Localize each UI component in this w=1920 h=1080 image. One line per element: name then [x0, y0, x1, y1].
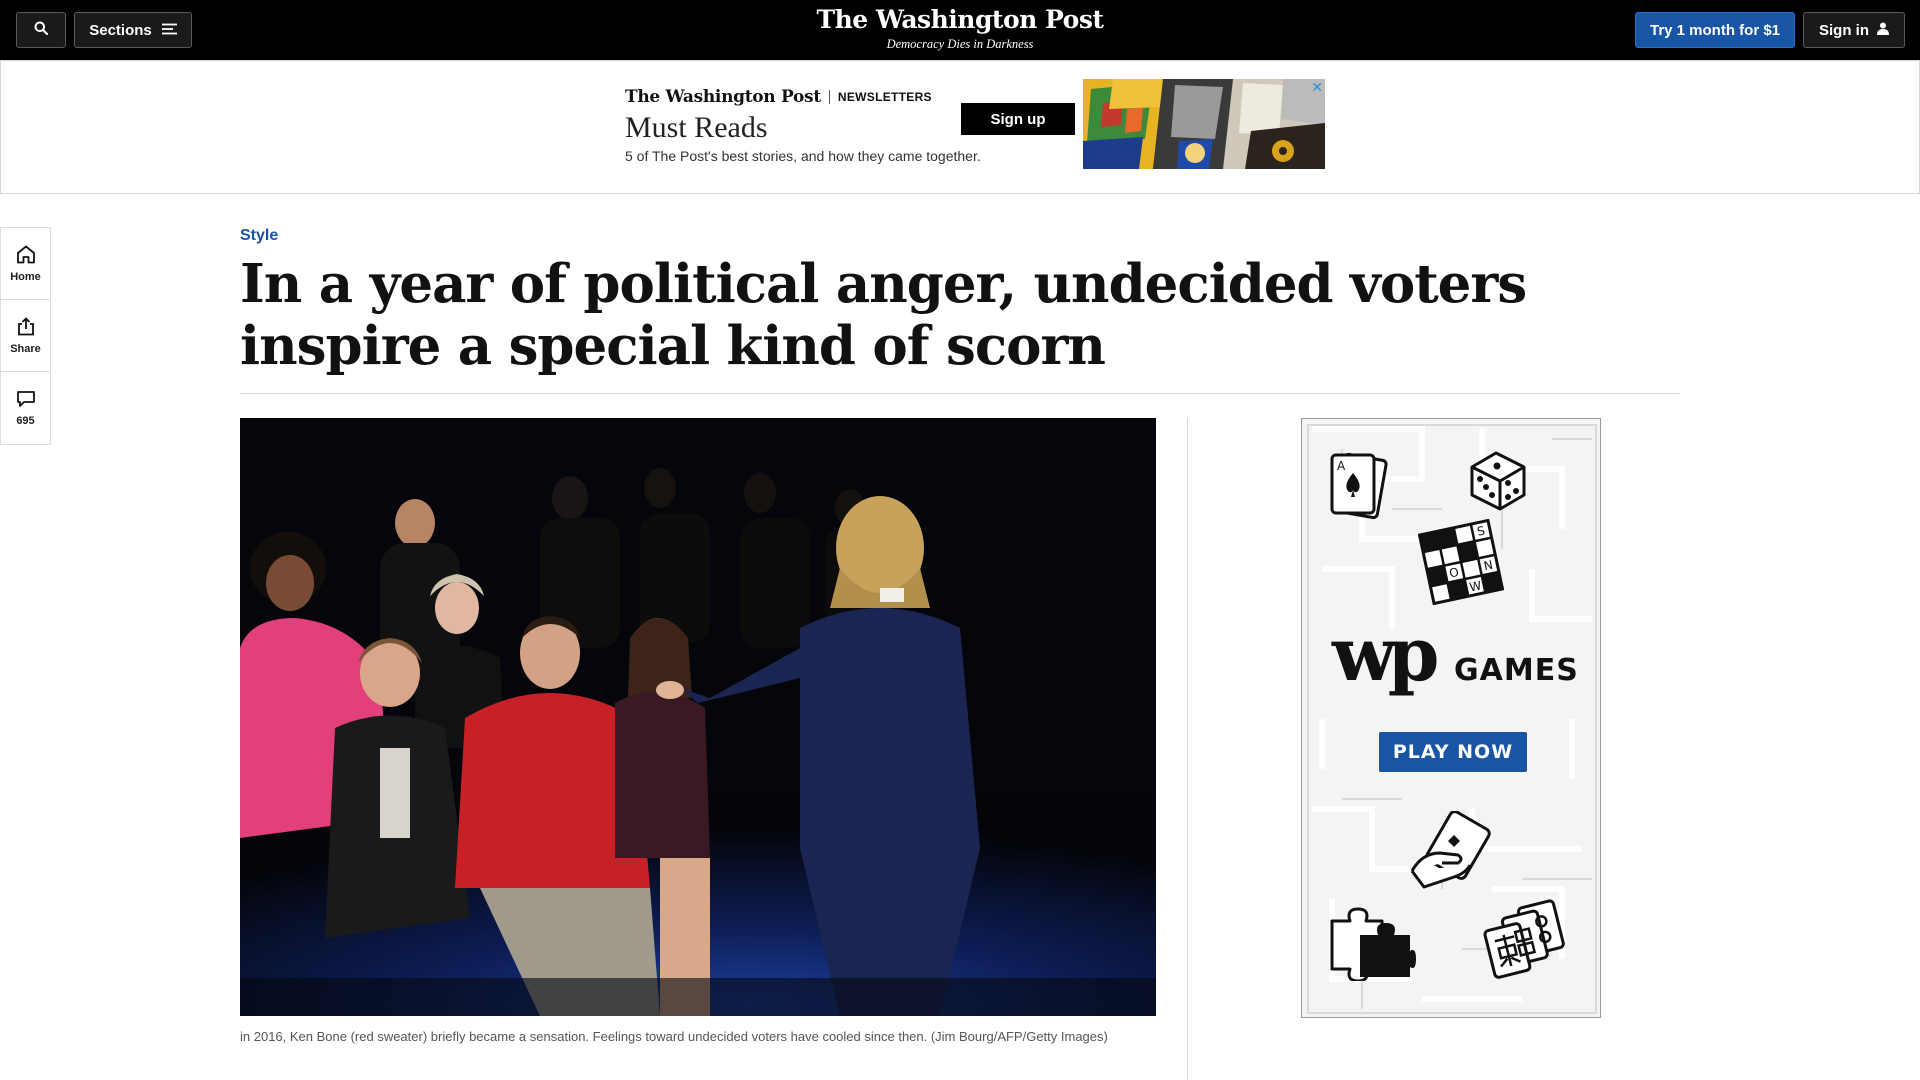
- photo-caption: in 2016, Ken Bone (red sweater) briefly …: [240, 1029, 1108, 1044]
- rail-share-button[interactable]: Share: [1, 300, 50, 372]
- rail-share-label: Share: [10, 342, 41, 355]
- rail-comments-count: 695: [16, 414, 35, 427]
- ad-collage-image[interactable]: ✕: [1083, 79, 1325, 169]
- ad-brand-logo: The Washington Post: [625, 87, 821, 107]
- user-icon: [1877, 22, 1889, 39]
- hand-card-icon: [1406, 810, 1496, 896]
- sign-in-label: Sign in: [1819, 21, 1869, 39]
- playing-card-icon: A: [1326, 451, 1388, 526]
- games-ad[interactable]: A S O N W wp GAMES PLAY NOW: [1301, 418, 1601, 1018]
- banner-ad-container: The Washington Post NEWSLETTERS Must Rea…: [0, 60, 1920, 194]
- sections-label: Sections: [89, 21, 152, 39]
- ad-close-icon[interactable]: ✕: [1311, 79, 1323, 96]
- wp-brand-logo: wp: [1332, 612, 1439, 698]
- sign-in-button[interactable]: Sign in: [1803, 12, 1905, 48]
- headline-divider: [240, 393, 1680, 394]
- rail-home-button[interactable]: Home: [1, 228, 50, 300]
- share-icon: [17, 316, 35, 339]
- hamburger-icon: [161, 22, 177, 39]
- top-nav-bar: Sections The Washington Post Democracy D…: [0, 0, 1920, 60]
- comment-icon: [16, 390, 36, 411]
- lead-photo[interactable]: [240, 418, 1156, 1016]
- rail-comments-button[interactable]: 695: [1, 372, 50, 444]
- ad-section-label: NEWSLETTERS: [837, 90, 932, 104]
- masthead-logo[interactable]: The Washington Post: [760, 6, 1160, 34]
- article-headline: In a year of political anger, undecided …: [240, 253, 1527, 377]
- masthead-tagline: Democracy Dies in Darkness: [886, 37, 1034, 51]
- ad-subtitle: 5 of The Post's best stories, and how th…: [625, 148, 981, 164]
- play-now-button[interactable]: PLAY NOW: [1379, 732, 1527, 772]
- card-letter: A: [1337, 459, 1346, 473]
- crossword-icon: S O N W: [1417, 518, 1505, 610]
- masthead[interactable]: The Washington Post Democracy Dies in Da…: [760, 6, 1160, 52]
- ad-title: Must Reads: [625, 111, 768, 144]
- newsletter-ad[interactable]: The Washington Post NEWSLETTERS Must Rea…: [609, 79, 1325, 169]
- dice-icon: [1462, 449, 1534, 518]
- puzzle-piece-icon: [1324, 905, 1416, 986]
- search-button[interactable]: [16, 12, 66, 48]
- ad-signup-button[interactable]: Sign up: [961, 103, 1075, 135]
- section-kicker-link[interactable]: Style: [240, 227, 278, 245]
- games-title: GAMES: [1454, 653, 1579, 688]
- home-icon: [16, 245, 36, 267]
- mahjong-tiles-icon: [1474, 899, 1584, 990]
- ad-logo-row: The Washington Post NEWSLETTERS: [625, 87, 932, 107]
- subscribe-button[interactable]: Try 1 month for $1: [1635, 12, 1795, 48]
- column-divider: [1187, 418, 1188, 1080]
- utility-rail: Home Share 695: [0, 227, 51, 445]
- rail-home-label: Home: [10, 270, 41, 283]
- ad-divider: [828, 90, 830, 104]
- sections-button[interactable]: Sections: [74, 12, 192, 48]
- search-icon: [34, 21, 49, 39]
